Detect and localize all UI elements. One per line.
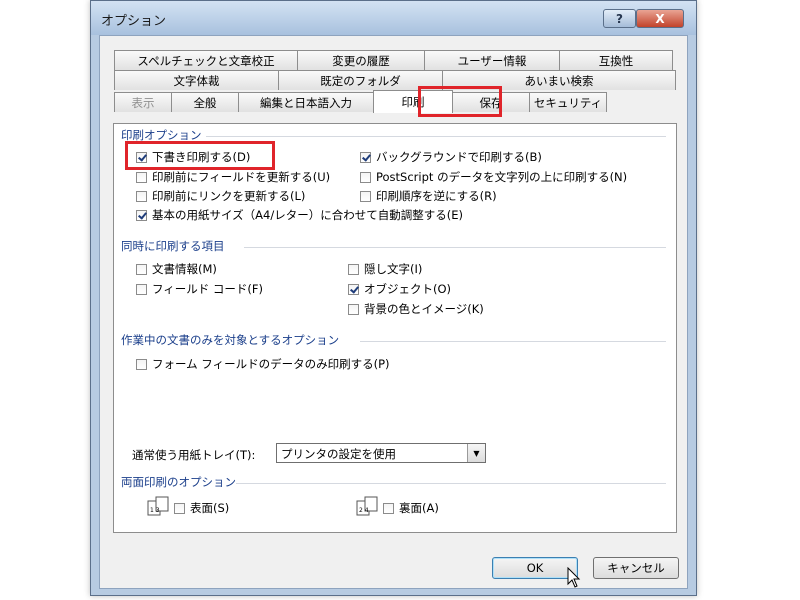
section-divider [206, 136, 666, 137]
svg-text:1 3: 1 3 [150, 507, 160, 514]
duplex-back-option[interactable]: 裏面(A) [383, 500, 439, 516]
checkbox-form-data-only[interactable] [136, 358, 147, 370]
checkbox-duplex-front[interactable] [174, 502, 185, 514]
checkbox-label: 背景の色とイメージ(K) [364, 302, 484, 316]
checkbox-update-fields[interactable] [136, 171, 147, 183]
checkbox-label: 隠し文字(I) [364, 262, 423, 276]
checkbox-background-print[interactable] [360, 151, 371, 163]
dialog-client-area: スペルチェックと文章校正 変更の履歴 ユーザー情報 互換性 文字体裁 既定のフォ… [99, 35, 688, 589]
duplex-heading: 両面印刷のオプション [121, 475, 236, 489]
checkbox-field-codes[interactable] [136, 283, 147, 295]
duplex-front-option[interactable]: 表面(S) [174, 500, 229, 516]
background-color-option[interactable]: 背景の色とイメージ(K) [348, 301, 484, 317]
tab-general[interactable]: 全般 [171, 92, 239, 112]
form-data-only-option[interactable]: フォーム フィールドのデータのみ印刷する(P) [136, 356, 390, 372]
duplex-front-icon: 1 3 [147, 496, 169, 516]
checkbox-label: フォーム フィールドのデータのみ印刷する(P) [152, 357, 390, 371]
close-button[interactable]: X [636, 9, 684, 28]
paper-tray-select[interactable]: プリンタの設定を使用 ▼ [276, 443, 486, 463]
checkbox-label: 表面(S) [190, 501, 230, 515]
section-divider [244, 247, 666, 248]
print-tab-highlight [418, 86, 502, 117]
objects-option[interactable]: オブジェクト(O) [348, 281, 451, 297]
help-button[interactable]: ? [603, 9, 636, 28]
checkbox-label: フィールド コード(F) [152, 282, 264, 296]
paper-tray-value: プリンタの設定を使用 [281, 447, 396, 461]
svg-text:2 4: 2 4 [359, 507, 369, 514]
checkbox-label: バックグラウンドで印刷する(B) [376, 150, 542, 164]
window-title: オプション [101, 14, 167, 29]
tab-track-changes[interactable]: 変更の履歴 [297, 50, 425, 70]
checkbox-reverse-order[interactable] [360, 190, 371, 202]
cancel-button[interactable]: キャンセル [593, 557, 679, 579]
update-fields-option[interactable]: 印刷前にフィールドを更新する(U) [136, 169, 330, 185]
field-codes-option[interactable]: フィールド コード(F) [136, 281, 263, 297]
postscript-over-text-option[interactable]: PostScript のデータを文字列の上に印刷する(N) [360, 169, 627, 185]
hidden-text-option[interactable]: 隠し文字(I) [348, 261, 422, 277]
tab-spelling[interactable]: スペルチェックと文章校正 [114, 50, 298, 70]
checkbox-label: オブジェクト(O) [364, 282, 452, 296]
dropdown-arrow-icon[interactable]: ▼ [467, 444, 485, 462]
checkbox-label: 印刷前にリンクを更新する(L) [152, 189, 306, 203]
checkbox-label: 文書情報(M) [152, 262, 217, 276]
doc-info-option[interactable]: 文書情報(M) [136, 261, 217, 277]
checkbox-postscript-over-text[interactable] [360, 171, 371, 183]
current-doc-heading: 作業中の文書のみを対象とするオプション [121, 333, 340, 347]
checkbox-hidden-text[interactable] [348, 263, 359, 275]
paper-tray-label: 通常使う用紙トレイ(T): [132, 448, 256, 462]
include-heading: 同時に印刷する項目 [121, 239, 225, 253]
duplex-back-icon: 2 4 [356, 496, 378, 516]
tab-user-info[interactable]: ユーザー情報 [424, 50, 560, 70]
auto-fit-paper-option[interactable]: 基本の用紙サイズ（A4/レター）に合わせて自動調整する(E) [136, 207, 463, 223]
tab-typography[interactable]: 文字体裁 [114, 70, 279, 90]
tab-security[interactable]: セキュリティ [529, 92, 607, 112]
ok-button[interactable]: OK [492, 557, 578, 579]
tab-compatibility[interactable]: 互換性 [559, 50, 673, 70]
checkbox-doc-info[interactable] [136, 263, 147, 275]
tab-view[interactable]: 表示 [114, 92, 172, 112]
checkbox-label: 印刷前にフィールドを更新する(U) [152, 170, 331, 184]
tab-row-1: スペルチェックと文章校正 変更の履歴 ユーザー情報 互換性 [114, 50, 673, 70]
checkbox-duplex-back[interactable] [383, 502, 394, 514]
checkbox-auto-fit-paper[interactable] [136, 209, 147, 221]
tab-edit-japanese[interactable]: 編集と日本語入力 [238, 92, 374, 112]
checkbox-label: 裏面(A) [399, 501, 439, 515]
draft-print-highlight [125, 141, 275, 170]
title-bar[interactable]: オプション ? X [91, 1, 696, 35]
checkbox-label: 基本の用紙サイズ（A4/レター）に合わせて自動調整する(E) [152, 208, 463, 222]
checkbox-background-color[interactable] [348, 303, 359, 315]
options-dialog: オプション ? X スペルチェックと文章校正 変更の履歴 ユーザー情報 互換性 … [90, 0, 697, 596]
checkbox-label: PostScript のデータを文字列の上に印刷する(N) [376, 170, 628, 184]
update-links-option[interactable]: 印刷前にリンクを更新する(L) [136, 188, 305, 204]
tab-row-2: 文字体裁 既定のフォルダ あいまい検索 [114, 70, 676, 90]
background-print-option[interactable]: バックグラウンドで印刷する(B) [360, 149, 542, 165]
print-options-panel: 印刷オプション 下書き印刷する(D) 印刷前にフィールドを更新する(U) 印刷前… [113, 123, 677, 533]
tab-row-3: 表示 全般 編集と日本語入力 印刷 保存 セキュリティ [114, 90, 607, 113]
checkbox-update-links[interactable] [136, 190, 147, 202]
section-divider [360, 341, 666, 342]
reverse-order-option[interactable]: 印刷順序を逆にする(R) [360, 188, 497, 204]
mouse-cursor-icon [567, 567, 581, 588]
section-divider [236, 483, 666, 484]
checkbox-objects[interactable] [348, 283, 359, 295]
checkbox-label: 印刷順序を逆にする(R) [376, 189, 497, 203]
